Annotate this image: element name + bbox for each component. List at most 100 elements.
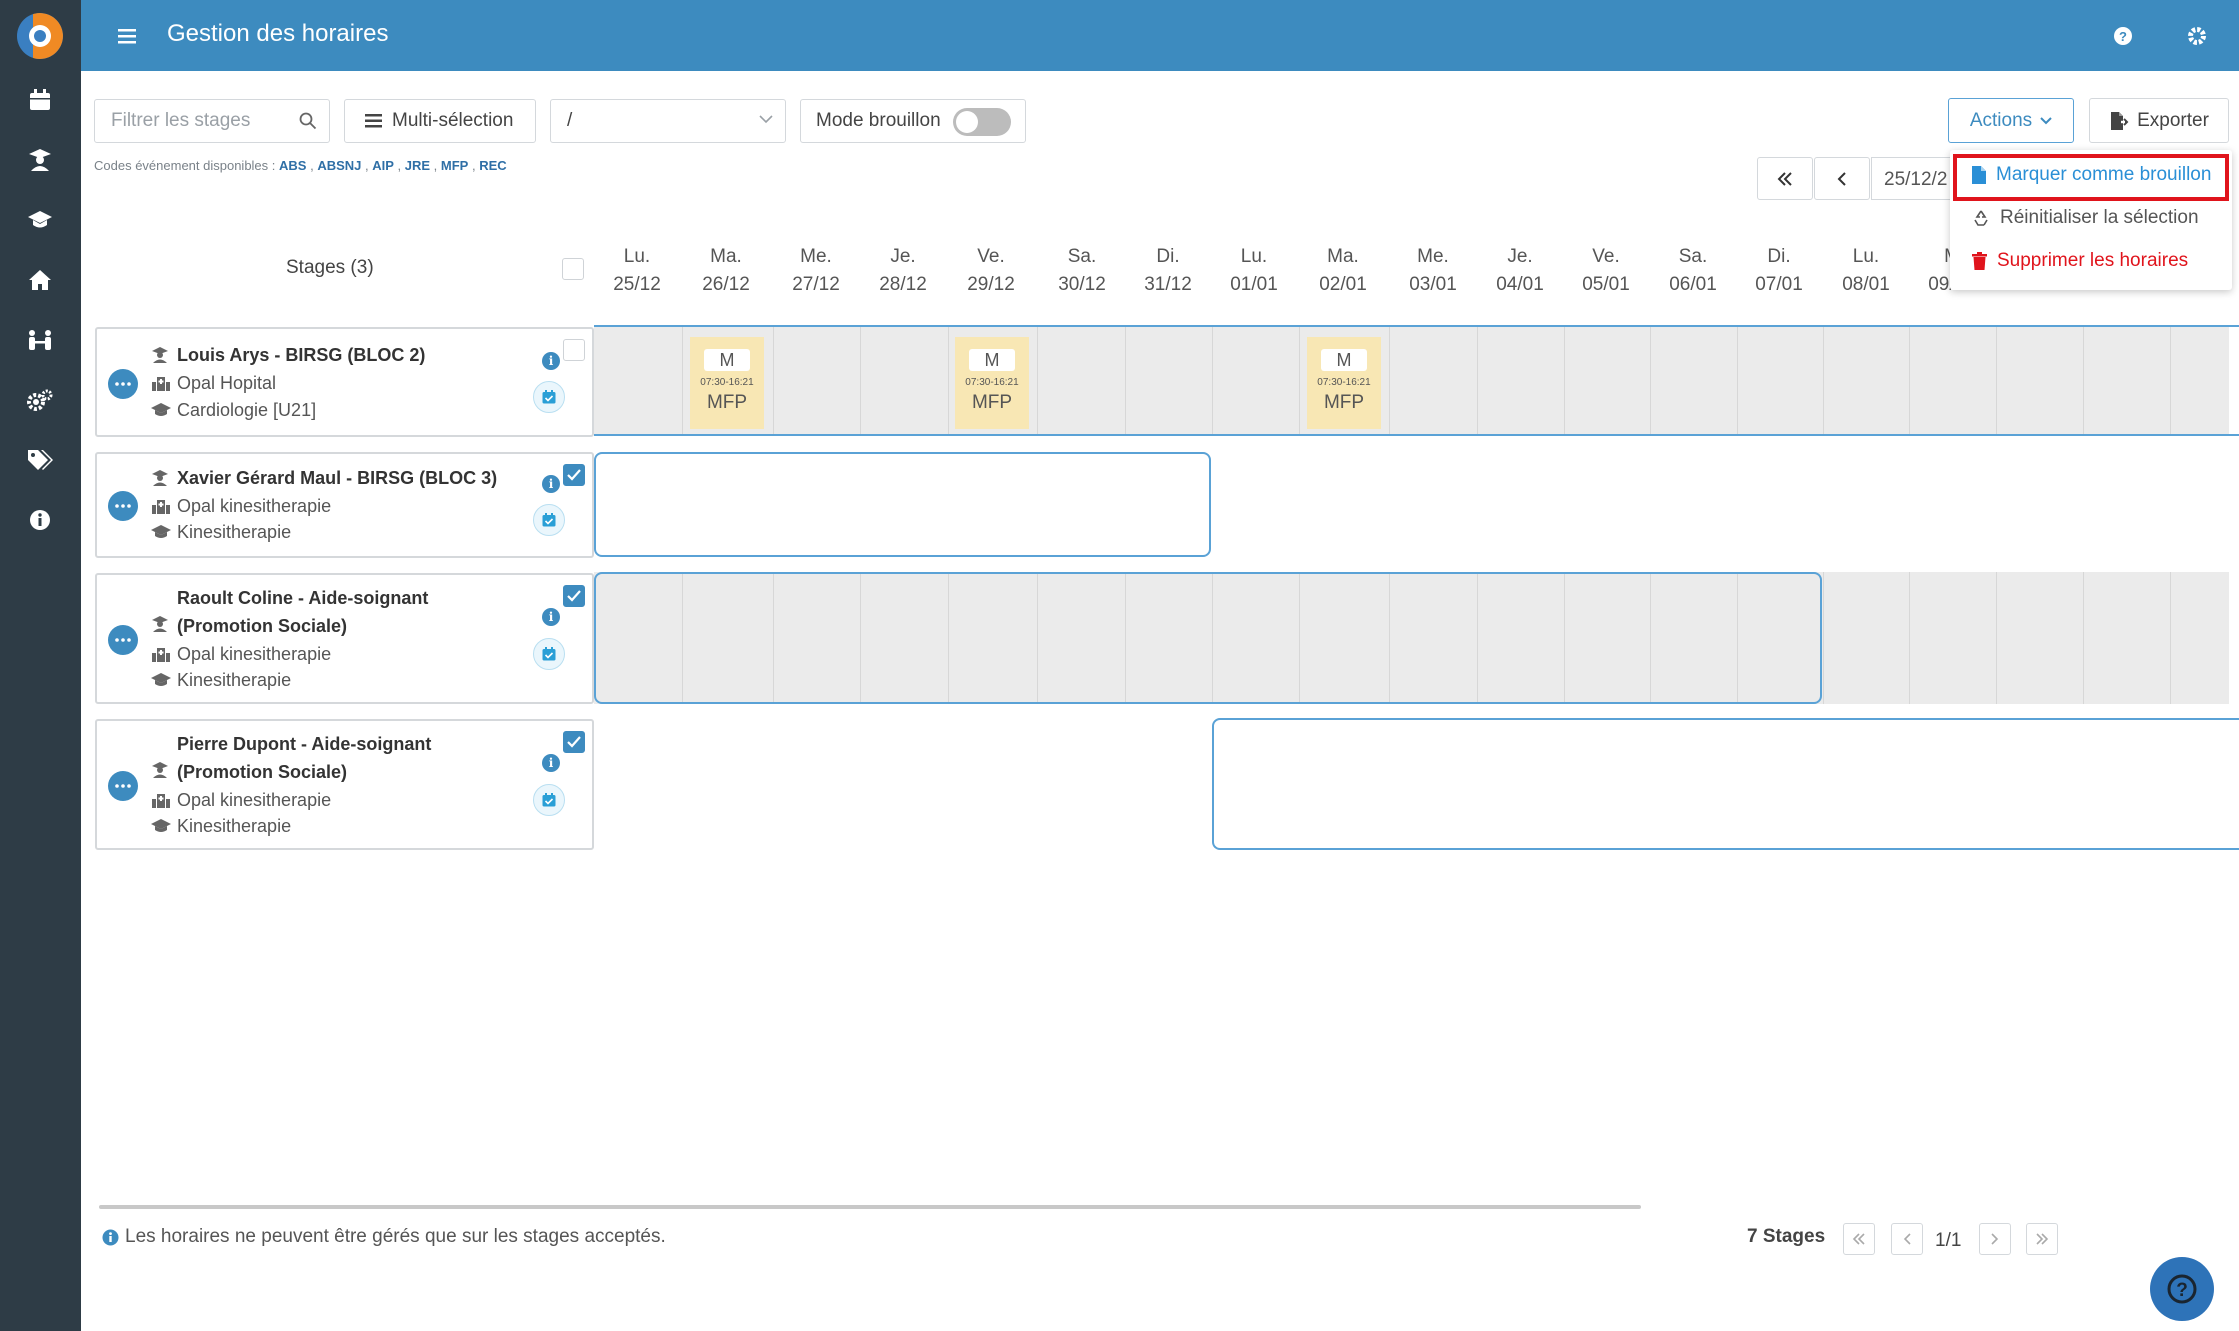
info-icon[interactable]: i (542, 475, 560, 493)
event-code-link[interactable]: AIP (372, 158, 394, 173)
draft-mode-label: Mode brouillon (816, 110, 941, 131)
info-icon[interactable] (24, 504, 56, 536)
schedule-event[interactable]: M 07:30-16:21 MFP (690, 337, 764, 429)
student-line: Raoult Coline - Aide-soignant (Promotion… (151, 584, 521, 640)
multi-selection-button[interactable]: Multi-sélection (344, 99, 536, 143)
search-icon (299, 112, 317, 130)
info-icon[interactable]: i (542, 608, 560, 626)
info-icon[interactable]: i (542, 754, 560, 772)
actions-dropdown-menu: Marquer comme brouillon Réinitialiser la… (1950, 150, 2232, 290)
calendar-check-icon[interactable] (533, 638, 565, 670)
row-select-checkbox[interactable] (563, 585, 585, 607)
day-header: Lu. 01/01 (1211, 243, 1297, 299)
top-bar: Gestion des horaires ? (81, 0, 2239, 71)
stages-column-header: Stages (3) (286, 257, 374, 278)
file-icon (1972, 166, 1986, 184)
calendar-check-icon[interactable] (533, 381, 565, 413)
footnote: Les horaires ne peuvent être gérés que s… (102, 1226, 666, 1248)
more-options-icon[interactable] (108, 625, 138, 655)
day-name: Di. (1156, 246, 1180, 267)
service-name: Cardiologie [U21] (177, 400, 317, 420)
student-icon (151, 464, 177, 492)
select-all-checkbox[interactable] (562, 258, 584, 280)
event-code-link[interactable]: ABSNJ (317, 158, 361, 173)
stage-period[interactable] (594, 452, 1211, 557)
event-shift-label: M (704, 349, 750, 371)
row-select-checkbox[interactable] (563, 339, 585, 361)
app-logo[interactable] (17, 13, 63, 59)
service-name: Kinesitherapie (177, 522, 292, 542)
filter-stages-field[interactable] (94, 99, 330, 143)
calendar-icon[interactable] (24, 84, 56, 116)
actions-button[interactable]: Actions (1948, 98, 2074, 143)
stage-card: Louis Arys - BIRSG (BLOC 2) Opal Hopital… (95, 327, 594, 437)
prev-period-button[interactable] (1814, 157, 1870, 200)
page-indicator: 1/1 (1935, 1230, 1962, 1251)
schedule-event[interactable]: M 07:30-16:21 MFP (1307, 337, 1381, 429)
stage-period[interactable] (1212, 718, 2239, 850)
export-button[interactable]: Exporter (2089, 98, 2229, 143)
graduation-cap-icon[interactable] (24, 204, 56, 236)
hospital-name: Opal kinesitherapie (177, 496, 332, 516)
day-header: Je. 28/12 (860, 243, 946, 299)
first-page-button[interactable] (1843, 1223, 1875, 1255)
event-code-link[interactable]: REC (479, 158, 506, 173)
student-icon[interactable] (24, 144, 56, 176)
prev-page-button[interactable] (1891, 1223, 1923, 1255)
stage-period[interactable] (594, 325, 2239, 436)
stage-period[interactable] (594, 572, 1822, 704)
users-icon[interactable] (24, 324, 56, 356)
day-name: Je. (890, 246, 916, 267)
help-button[interactable]: ? (2150, 1257, 2214, 1321)
more-options-icon[interactable] (108, 491, 138, 521)
filter-stages-input[interactable] (109, 109, 299, 133)
tags-icon[interactable] (24, 444, 56, 476)
event-code-link[interactable]: JRE (405, 158, 430, 173)
help-icon[interactable]: ? (2107, 20, 2139, 52)
day-name: Ma. (710, 246, 742, 267)
prev-period-fast-button[interactable] (1757, 157, 1813, 200)
day-date: 31/12 (1144, 274, 1192, 295)
event-codes-hint: Codes événement disponibles : ABS , ABSN… (94, 158, 507, 173)
menu-item-mark-draft[interactable]: Marquer comme brouillon (1972, 164, 2211, 186)
schedule-select[interactable]: / (550, 99, 786, 143)
day-name: Sa. (1067, 246, 1097, 267)
calendar-check-icon[interactable] (533, 784, 565, 816)
settings-gear-icon[interactable] (2181, 20, 2213, 52)
day-header: Je. 04/01 (1477, 243, 1563, 299)
horizontal-scrollbar[interactable] (99, 1205, 1641, 1209)
schedule-event[interactable]: M 07:30-16:21 MFP (955, 337, 1029, 429)
more-options-icon[interactable] (108, 771, 138, 801)
home-icon[interactable] (24, 264, 56, 296)
calendar-check-icon[interactable] (533, 504, 565, 536)
chevron-down-icon (2040, 116, 2052, 125)
last-page-button[interactable] (2026, 1223, 2058, 1255)
row-select-checkbox[interactable] (563, 731, 585, 753)
date-picker-input[interactable]: 25/12/2 (1871, 157, 1953, 200)
hamburger-menu-icon[interactable] (111, 20, 143, 52)
next-page-button[interactable] (1979, 1223, 2011, 1255)
student-line: Xavier Gérard Maul - BIRSG (BLOC 3) (151, 464, 497, 492)
event-time: 07:30-16:21 (1317, 377, 1371, 388)
more-options-icon[interactable] (108, 369, 138, 399)
day-name: Me. (800, 246, 832, 267)
day-name: Sa. (1678, 246, 1708, 267)
day-header: Ve. 29/12 (948, 243, 1034, 299)
event-code-link[interactable]: ABS (279, 158, 306, 173)
menu-item-reset-selection[interactable]: Réinitialiser la sélection (1972, 207, 2199, 229)
info-icon[interactable]: i (542, 352, 560, 370)
row-select-checkbox[interactable] (563, 464, 585, 486)
day-name: Ve. (977, 246, 1005, 267)
grid-line (2083, 572, 2084, 704)
menu-item-delete-schedules[interactable]: Supprimer les horaires (1972, 250, 2188, 272)
graduation-cap-icon (151, 518, 177, 546)
export-label: Exporter (2137, 109, 2209, 131)
draft-mode-toggle[interactable] (953, 108, 1011, 136)
hospital-name: Opal kinesitherapie (177, 790, 332, 810)
day-header: Lu. 25/12 (594, 243, 680, 299)
event-code-link[interactable]: MFP (441, 158, 468, 173)
cogs-icon[interactable] (24, 384, 56, 416)
event-code: MFP (706, 392, 748, 413)
day-date: 04/01 (1496, 274, 1544, 295)
student-name: Pierre Dupont - Aide-soignant (Promotion… (177, 734, 432, 782)
